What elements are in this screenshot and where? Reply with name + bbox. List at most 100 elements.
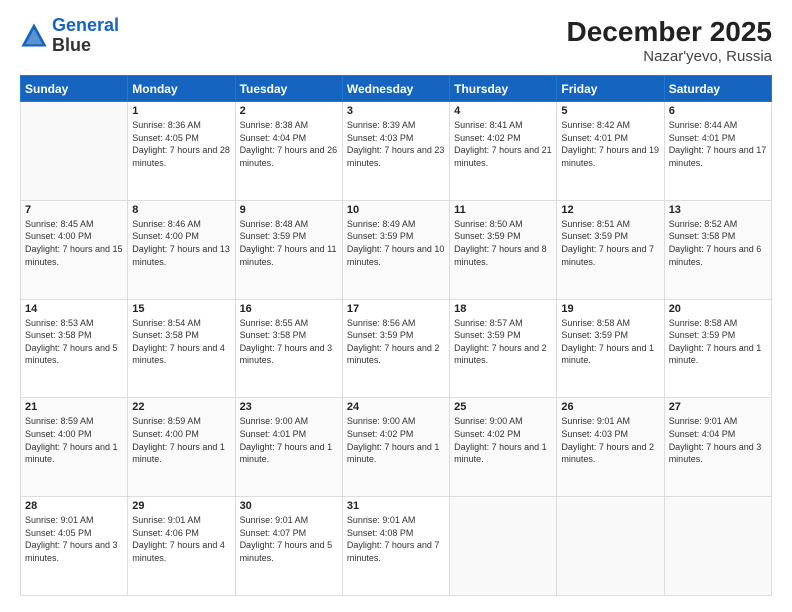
day-info: Sunrise: 8:59 AMSunset: 4:00 PMDaylight:… [25,415,123,465]
calendar-cell: 4 Sunrise: 8:41 AMSunset: 4:02 PMDaylight… [450,102,557,201]
day-info: Sunrise: 8:49 AMSunset: 3:59 PMDaylight:… [347,218,445,268]
calendar-header-thursday: Thursday [450,76,557,102]
day-info: Sunrise: 8:55 AMSunset: 3:58 PMDaylight:… [240,317,338,367]
day-info: Sunrise: 8:53 AMSunset: 3:58 PMDaylight:… [25,317,123,367]
day-number: 8 [132,204,230,216]
calendar-cell: 16 Sunrise: 8:55 AMSunset: 3:58 PMDayligh… [235,299,342,398]
day-info: Sunrise: 9:01 AMSunset: 4:08 PMDaylight:… [347,514,445,564]
calendar-cell: 28 Sunrise: 9:01 AMSunset: 4:05 PMDayligh… [21,497,128,596]
calendar-cell: 9 Sunrise: 8:48 AMSunset: 3:59 PMDaylight… [235,200,342,299]
day-number: 11 [454,204,552,216]
calendar-cell [664,497,771,596]
calendar-week-1: 7Sunrise: 8:45 AMSunset: 4:00 PMDaylight… [21,200,772,299]
calendar-cell: 10Sunrise: 8:49 AMSunset: 3:59 PMDayligh… [342,200,449,299]
calendar-header-sunday: Sunday [21,76,128,102]
calendar-week-3: 21 Sunrise: 8:59 AMSunset: 4:00 PMDayligh… [21,398,772,497]
day-number: 12 [561,204,659,216]
day-info: Sunrise: 9:01 AMSunset: 4:04 PMDaylight:… [669,415,767,465]
calendar-table: SundayMondayTuesdayWednesdayThursdayFrid… [20,75,772,596]
calendar-cell: 25 Sunrise: 9:00 AMSunset: 4:02 PMDayligh… [450,398,557,497]
day-number: 21 [25,401,123,413]
calendar-cell [450,497,557,596]
calendar-cell: 22 Sunrise: 8:59 AMSunset: 4:00 PMDayligh… [128,398,235,497]
day-number: 7 [25,204,123,216]
calendar-cell: 29 Sunrise: 9:01 AMSunset: 4:06 PMDayligh… [128,497,235,596]
day-info: Sunrise: 8:56 AMSunset: 3:59 PMDaylight:… [347,317,445,367]
day-info: Sunrise: 9:01 AMSunset: 4:03 PMDaylight:… [561,415,659,465]
calendar-cell: 3 Sunrise: 8:39 AMSunset: 4:03 PMDaylight… [342,102,449,201]
day-number: 16 [240,303,338,315]
day-info: Sunrise: 8:58 AMSunset: 3:59 PMDaylight:… [561,317,659,367]
day-info: Sunrise: 8:38 AMSunset: 4:04 PMDaylight:… [240,119,338,169]
calendar-week-0: 1 Sunrise: 8:36 AMSunset: 4:05 PMDaylight… [21,102,772,201]
day-info: Sunrise: 8:51 AMSunset: 3:59 PMDaylight:… [561,218,659,268]
calendar-cell: 12 Sunrise: 8:51 AMSunset: 3:59 PMDayligh… [557,200,664,299]
day-number: 3 [347,105,445,117]
calendar-cell: 13Sunrise: 8:52 AMSunset: 3:58 PMDayligh… [664,200,771,299]
calendar-week-2: 14 Sunrise: 8:53 AMSunset: 3:58 PMDayligh… [21,299,772,398]
day-number: 23 [240,401,338,413]
calendar-cell: 17 Sunrise: 8:56 AMSunset: 3:59 PMDayligh… [342,299,449,398]
day-number: 4 [454,105,552,117]
calendar-cell: 7Sunrise: 8:45 AMSunset: 4:00 PMDaylight… [21,200,128,299]
day-number: 31 [347,500,445,512]
page: General Blue December 2025 Nazar'yevo, R… [0,0,792,612]
day-number: 6 [669,105,767,117]
title-block: December 2025 Nazar'yevo, Russia [567,16,772,65]
calendar-header-friday: Friday [557,76,664,102]
day-number: 29 [132,500,230,512]
day-info: Sunrise: 8:57 AMSunset: 3:59 PMDaylight:… [454,317,552,367]
calendar-week-4: 28 Sunrise: 9:01 AMSunset: 4:05 PMDayligh… [21,497,772,596]
header: General Blue December 2025 Nazar'yevo, R… [20,16,772,65]
day-number: 26 [561,401,659,413]
day-number: 24 [347,401,445,413]
day-number: 18 [454,303,552,315]
calendar-cell: 2Sunrise: 8:38 AMSunset: 4:04 PMDaylight… [235,102,342,201]
day-info: Sunrise: 9:00 AMSunset: 4:02 PMDaylight:… [347,415,445,465]
day-info: Sunrise: 9:00 AMSunset: 4:01 PMDaylight:… [240,415,338,465]
day-info: Sunrise: 8:48 AMSunset: 3:59 PMDaylight:… [240,218,338,268]
day-info: Sunrise: 8:36 AMSunset: 4:05 PMDaylight:… [132,119,230,169]
calendar-header-row: SundayMondayTuesdayWednesdayThursdayFrid… [21,76,772,102]
calendar-cell: 14 Sunrise: 8:53 AMSunset: 3:58 PMDayligh… [21,299,128,398]
calendar-cell: 5Sunrise: 8:42 AMSunset: 4:01 PMDaylight… [557,102,664,201]
day-info: Sunrise: 8:59 AMSunset: 4:00 PMDaylight:… [132,415,230,465]
day-info: Sunrise: 9:00 AMSunset: 4:02 PMDaylight:… [454,415,552,465]
day-info: Sunrise: 9:01 AMSunset: 4:05 PMDaylight:… [25,514,123,564]
day-info: Sunrise: 8:52 AMSunset: 3:58 PMDaylight:… [669,218,767,268]
day-number: 25 [454,401,552,413]
calendar-cell: 15 Sunrise: 8:54 AMSunset: 3:58 PMDayligh… [128,299,235,398]
calendar-cell: 31 Sunrise: 9:01 AMSunset: 4:08 PMDayligh… [342,497,449,596]
day-number: 9 [240,204,338,216]
day-number: 14 [25,303,123,315]
day-info: Sunrise: 8:39 AMSunset: 4:03 PMDaylight:… [347,119,445,169]
day-number: 17 [347,303,445,315]
day-number: 19 [561,303,659,315]
calendar-cell: 21 Sunrise: 8:59 AMSunset: 4:00 PMDayligh… [21,398,128,497]
day-number: 15 [132,303,230,315]
calendar-cell: 6 Sunrise: 8:44 AMSunset: 4:01 PMDaylight… [664,102,771,201]
day-info: Sunrise: 8:41 AMSunset: 4:02 PMDaylight:… [454,119,552,169]
calendar-cell: 27 Sunrise: 9:01 AMSunset: 4:04 PMDayligh… [664,398,771,497]
day-number: 22 [132,401,230,413]
page-subtitle: Nazar'yevo, Russia [567,48,772,65]
logo: General Blue [20,16,119,56]
day-number: 27 [669,401,767,413]
calendar-cell: 23 Sunrise: 9:00 AMSunset: 4:01 PMDayligh… [235,398,342,497]
calendar-cell [21,102,128,201]
day-info: Sunrise: 8:54 AMSunset: 3:58 PMDaylight:… [132,317,230,367]
day-info: Sunrise: 9:01 AMSunset: 4:06 PMDaylight:… [132,514,230,564]
day-number: 28 [25,500,123,512]
day-info: Sunrise: 8:58 AMSunset: 3:59 PMDaylight:… [669,317,767,367]
day-number: 1 [132,105,230,117]
day-info: Sunrise: 8:44 AMSunset: 4:01 PMDaylight:… [669,119,767,169]
calendar-cell: 30Sunrise: 9:01 AMSunset: 4:07 PMDayligh… [235,497,342,596]
calendar-cell: 18 Sunrise: 8:57 AMSunset: 3:59 PMDayligh… [450,299,557,398]
calendar-cell: 20Sunrise: 8:58 AMSunset: 3:59 PMDayligh… [664,299,771,398]
calendar-cell: 24 Sunrise: 9:00 AMSunset: 4:02 PMDayligh… [342,398,449,497]
logo-text: General Blue [52,16,119,56]
calendar-cell: 11 Sunrise: 8:50 AMSunset: 3:59 PMDayligh… [450,200,557,299]
day-info: Sunrise: 8:50 AMSunset: 3:59 PMDaylight:… [454,218,552,268]
page-title: December 2025 [567,16,772,48]
day-info: Sunrise: 8:42 AMSunset: 4:01 PMDaylight:… [561,119,659,169]
